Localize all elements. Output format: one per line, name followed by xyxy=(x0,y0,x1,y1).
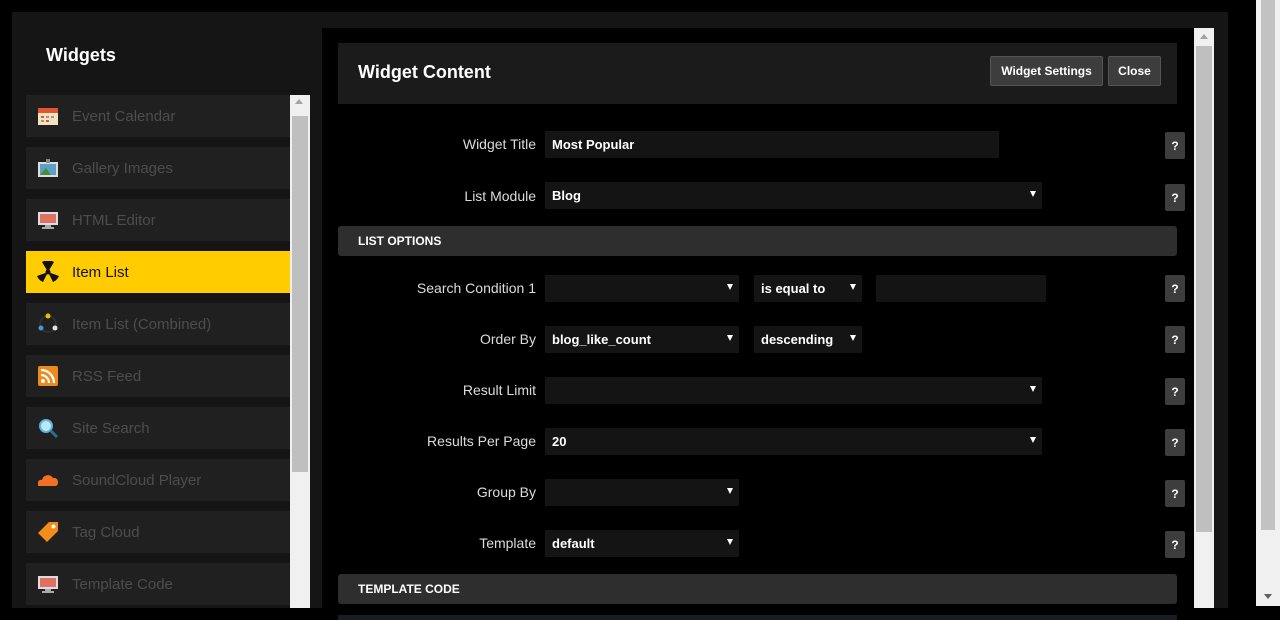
widget-modal: Widgets Event Calendar Gallery Images HT… xyxy=(12,12,1228,620)
chevron-down-icon xyxy=(850,284,856,290)
monitor-icon xyxy=(36,208,60,232)
chevron-down-icon xyxy=(727,284,733,290)
widget-item-label: SoundCloud Player xyxy=(72,471,202,489)
widget-item-item-list[interactable]: Item List xyxy=(26,251,290,293)
widget-list-scrollbar[interactable] xyxy=(290,95,310,608)
list-options-heading: LIST OPTIONS xyxy=(338,226,1177,256)
widgets-panel: Widgets Event Calendar Gallery Images HT… xyxy=(12,12,310,608)
widget-item-label: Event Calendar xyxy=(72,107,176,125)
template-label: Template xyxy=(479,535,536,551)
widget-settings-button[interactable]: Widget Settings xyxy=(990,56,1103,86)
widget-list: Event Calendar Gallery Images HTML Edito… xyxy=(26,95,290,608)
magnifier-icon xyxy=(36,416,60,440)
results-per-page-value: 20 xyxy=(552,434,567,449)
list-module-label: List Module xyxy=(464,188,536,204)
widget-content-panel: Widget Content Widget Settings Close Wid… xyxy=(322,28,1194,620)
order-by-value: blog_like_count xyxy=(552,332,651,347)
widget-item-label: RSS Feed xyxy=(72,367,142,385)
scrollbar-thumb[interactable] xyxy=(1196,46,1212,532)
widget-item-item-list-combined[interactable]: Item List (Combined) xyxy=(26,303,290,345)
page-scrollbar[interactable] xyxy=(1256,0,1280,606)
widget-item-label: Item List (Combined) xyxy=(72,315,212,333)
search-condition-label: Search Condition 1 xyxy=(416,280,536,296)
monitor-icon xyxy=(36,572,60,596)
group-by-label: Group By xyxy=(476,484,536,500)
widget-item-label: Tag Cloud xyxy=(72,523,140,541)
content-header: Widget Content Widget Settings Close xyxy=(338,43,1177,104)
widget-item-tag-cloud[interactable]: Tag Cloud xyxy=(26,511,290,553)
template-help-button[interactable]: ? xyxy=(1165,531,1185,558)
widget-item-soundcloud-player[interactable]: SoundCloud Player xyxy=(26,459,290,501)
list-module-select[interactable]: Blog xyxy=(545,182,1042,209)
list-module-help-button[interactable]: ? xyxy=(1165,184,1185,211)
widget-item-event-calendar[interactable]: Event Calendar xyxy=(26,95,290,137)
result-limit-label: Result Limit xyxy=(462,382,536,398)
content-scrollbar[interactable] xyxy=(1194,28,1214,608)
order-direction-value: descending xyxy=(761,332,834,347)
widget-item-html-editor[interactable]: HTML Editor xyxy=(26,199,290,241)
widget-item-gallery-images[interactable]: Gallery Images xyxy=(26,147,290,189)
chevron-down-icon xyxy=(1030,386,1036,392)
widget-title-input[interactable]: Most Popular xyxy=(545,131,999,158)
order-by-select[interactable]: blog_like_count xyxy=(545,326,739,353)
content-title: Widget Content xyxy=(358,62,491,82)
template-code-editor[interactable] xyxy=(338,615,1177,620)
results-per-page-label: Results Per Page xyxy=(427,433,536,449)
dots-circle-icon xyxy=(36,312,60,336)
cloud-icon xyxy=(36,468,60,492)
widget-item-label: Item List xyxy=(72,263,129,281)
search-condition-operator-value: is equal to xyxy=(761,281,826,296)
scroll-up-arrow-icon[interactable] xyxy=(1200,34,1208,39)
widget-title-label: Widget Title xyxy=(462,136,536,152)
widget-item-label: Site Search xyxy=(72,419,150,437)
widget-title-help-button[interactable]: ? xyxy=(1165,132,1185,159)
result-limit-help-button[interactable]: ? xyxy=(1165,378,1185,405)
rss-icon xyxy=(36,364,60,388)
search-condition-field-select[interactable] xyxy=(545,275,739,302)
template-value: default xyxy=(552,536,595,551)
order-by-label: Order By xyxy=(479,331,536,347)
template-code-heading: TEMPLATE CODE xyxy=(338,574,1177,604)
calendar-icon xyxy=(36,104,60,128)
chevron-down-icon xyxy=(850,335,856,341)
result-limit-select[interactable] xyxy=(545,377,1042,404)
widget-item-template-code[interactable]: Template Code xyxy=(26,563,290,605)
chevron-down-icon xyxy=(727,539,733,545)
order-direction-select[interactable]: descending xyxy=(754,326,862,353)
template-select[interactable]: default xyxy=(545,530,739,557)
results-per-page-select[interactable]: 20 xyxy=(545,428,1042,455)
picture-icon xyxy=(36,156,60,180)
list-module-value: Blog xyxy=(552,188,581,203)
widget-item-site-search[interactable]: Site Search xyxy=(26,407,290,449)
close-button[interactable]: Close xyxy=(1108,56,1161,86)
tag-icon xyxy=(36,520,60,544)
scroll-down-arrow-icon[interactable] xyxy=(1264,594,1272,599)
order-by-help-button[interactable]: ? xyxy=(1165,326,1185,353)
chevron-down-icon xyxy=(727,335,733,341)
widget-item-label: HTML Editor xyxy=(72,211,156,229)
group-by-select[interactable] xyxy=(545,479,739,506)
chevron-down-icon xyxy=(1030,191,1036,197)
widget-item-label: Gallery Images xyxy=(72,159,173,177)
results-per-page-help-button[interactable]: ? xyxy=(1165,429,1185,456)
scroll-up-arrow-icon[interactable] xyxy=(295,99,303,104)
search-condition-value-input[interactable] xyxy=(876,275,1046,302)
chevron-down-icon xyxy=(727,488,733,494)
search-condition-operator-select[interactable]: is equal to xyxy=(754,275,862,302)
scrollbar-thumb[interactable] xyxy=(292,116,308,472)
radiation-icon xyxy=(36,260,60,284)
widgets-title: Widgets xyxy=(46,45,116,65)
search-condition-help-button[interactable]: ? xyxy=(1165,275,1185,302)
scrollbar-thumb[interactable] xyxy=(1261,0,1275,530)
widget-item-rss-feed[interactable]: RSS Feed xyxy=(26,355,290,397)
group-by-help-button[interactable]: ? xyxy=(1165,480,1185,507)
widget-item-label: Template Code xyxy=(72,575,173,593)
chevron-down-icon xyxy=(1030,437,1036,443)
